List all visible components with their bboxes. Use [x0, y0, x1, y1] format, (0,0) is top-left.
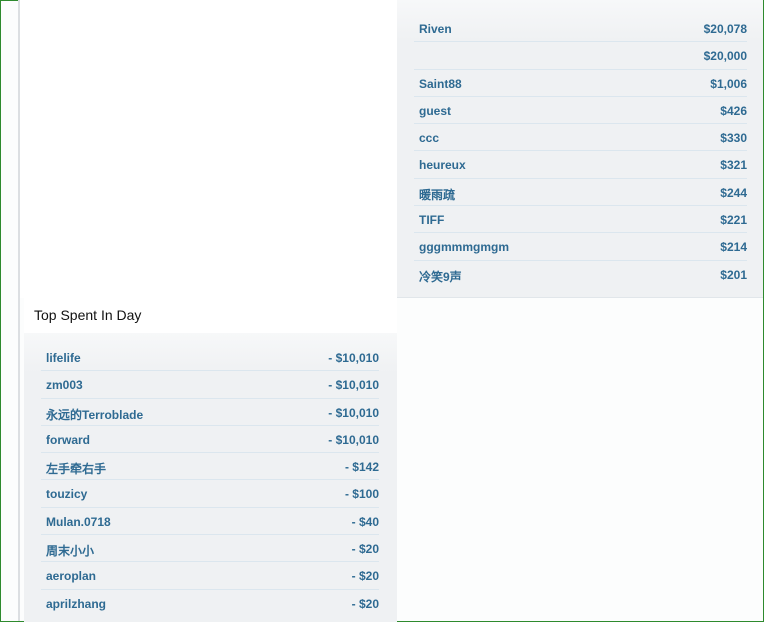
- amount: $426: [720, 103, 747, 118]
- list-item: 左手牵右手 - $142: [41, 453, 379, 481]
- player-name-link[interactable]: ccc: [419, 131, 439, 145]
- player-name-link[interactable]: 冷笑9声: [419, 268, 462, 285]
- player-name-link[interactable]: aprilzhang: [46, 597, 106, 611]
- amount: $1,006: [710, 76, 747, 91]
- player-name-link[interactable]: 左手牵右手: [46, 460, 106, 477]
- player-name-link[interactable]: lifelife: [46, 351, 81, 365]
- amount: - $20: [351, 569, 379, 584]
- amount: - $10,010: [328, 378, 379, 393]
- list-item: heureux $321: [414, 151, 747, 179]
- empty-area: [20, 0, 397, 298]
- list-item: touzicy - $100: [41, 480, 379, 508]
- list-item: lifelife - $10,010: [41, 344, 379, 372]
- amount: - $40: [351, 514, 379, 529]
- amount: - $10,010: [328, 405, 379, 420]
- amount: - $100: [344, 487, 379, 502]
- list-item: aeroplan - $20: [41, 562, 379, 590]
- player-name-link[interactable]: 永远的Terroblade: [46, 406, 143, 423]
- amount: $321: [720, 158, 747, 173]
- top-earned-list: Riven $20,078 $20,000 Saint88 $1,006 guest…: [397, 15, 763, 288]
- player-name-link[interactable]: Saint88: [419, 77, 462, 91]
- list-item: ccc $330: [414, 124, 747, 152]
- player-name-link[interactable]: Riven: [419, 22, 452, 36]
- list-item: gggmmmgmgm $214: [414, 233, 747, 261]
- amount: - $20: [351, 596, 379, 611]
- player-name-link[interactable]: touzicy: [46, 487, 87, 501]
- section-title: Top Spent In Day: [34, 307, 142, 323]
- list-item: Riven $20,078: [414, 15, 747, 43]
- amount: $244: [720, 185, 747, 200]
- player-name-link[interactable]: Mulan.0718: [46, 515, 111, 529]
- amount: $20,000: [703, 49, 747, 64]
- amount: $221: [720, 213, 747, 228]
- player-name-link[interactable]: heureux: [419, 158, 466, 172]
- amount: $214: [720, 240, 747, 255]
- top-spent-list: lifelife - $10,010 zm003 - $10,010 永远的Terr…: [24, 344, 397, 617]
- player-name-link[interactable]: 暖雨疏: [419, 186, 455, 203]
- list-item: 周末小小 - $20: [41, 535, 379, 563]
- list-item: Mulan.0718 - $40: [41, 508, 379, 536]
- list-item: TIFF $221: [414, 206, 747, 234]
- list-item: 冷笑9声 $201: [414, 261, 747, 288]
- list-item: aprilzhang - $20: [41, 590, 379, 617]
- amount: - $10,010: [328, 351, 379, 365]
- list-item: Saint88 $1,006: [414, 70, 747, 97]
- list-item: $20,000: [414, 42, 747, 70]
- top-earned-panel: Riven $20,078 $20,000 Saint88 $1,006 guest…: [397, 0, 763, 298]
- section-header: Top Spent In Day: [24, 298, 397, 333]
- list-item: forward - $10,010: [41, 426, 379, 454]
- amount: - $10,010: [328, 432, 379, 447]
- list-item: 永远的Terroblade - $10,010: [41, 399, 379, 426]
- player-name-link[interactable]: TIFF: [419, 213, 444, 227]
- player-name-link[interactable]: 周末小小: [46, 542, 94, 559]
- list-item: zm003 - $10,010: [41, 371, 379, 399]
- amount: $201: [720, 267, 747, 282]
- player-name-link[interactable]: zm003: [46, 378, 83, 392]
- amount: - $20: [351, 542, 379, 557]
- player-name-link[interactable]: forward: [46, 433, 90, 447]
- player-name-link[interactable]: guest: [419, 104, 451, 118]
- amount: $330: [720, 131, 747, 146]
- list-item: guest $426: [414, 97, 747, 125]
- amount: $20,078: [703, 22, 747, 36]
- list-item: 暖雨疏 $244: [414, 179, 747, 207]
- player-name-link[interactable]: aeroplan: [46, 569, 96, 583]
- player-name-link[interactable]: gggmmmgmgm: [419, 240, 509, 254]
- amount: - $142: [344, 460, 379, 475]
- top-spent-panel: lifelife - $10,010 zm003 - $10,010 永远的Terr…: [24, 333, 397, 622]
